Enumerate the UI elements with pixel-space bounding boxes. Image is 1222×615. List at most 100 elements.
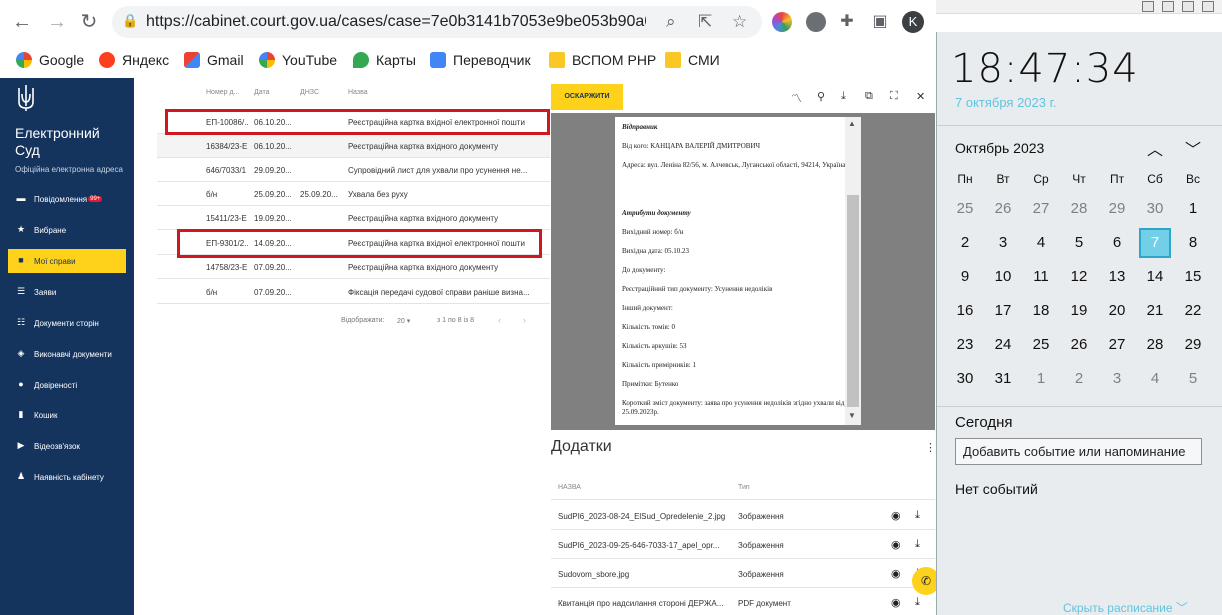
calendar-day[interactable]: 25 [946, 192, 984, 226]
calendar-day[interactable]: 26 [984, 192, 1022, 226]
bookmark-google[interactable]: Google [16, 52, 84, 68]
calendar-day[interactable]: 6 [1098, 226, 1136, 260]
calendar-day[interactable]: 2 [1060, 362, 1098, 396]
nav-cabinet-availability[interactable]: ♟ Наявність кабінету [8, 465, 126, 489]
zoom-icon[interactable]: ⌕ [666, 12, 676, 32]
bookmark-folder-smi[interactable]: СМИ [665, 52, 720, 68]
download-icon[interactable]: ⤓ [841, 90, 846, 103]
calendar-day[interactable]: 28 [1060, 192, 1098, 226]
table-row[interactable]: б/н 25.09.20... 25.09.20... Ухвала без руху [157, 182, 550, 206]
calendar-day[interactable]: 27 [1098, 328, 1136, 362]
calendar-day[interactable]: 17 [984, 294, 1022, 328]
download-icon[interactable]: ⤓ [915, 596, 920, 609]
nav-my-cases[interactable]: ■ Мої справи [8, 249, 126, 273]
month-label[interactable]: Октябрь 2023 [955, 140, 1044, 156]
tray-app-icon[interactable] [1162, 1, 1174, 12]
table-row[interactable]: 646/7033/1 29.09.20... Супровідний лист дл… [157, 158, 550, 182]
table-row[interactable]: 16384/23-Е 06.10.20... Реєстраційна картка… [157, 134, 550, 158]
calendar-day[interactable]: 4 [1136, 362, 1174, 396]
calendar-day[interactable]: 4 [1022, 226, 1060, 260]
hide-schedule-link[interactable]: Скрыть расписание ﹀ [1063, 599, 1188, 615]
attachment-row[interactable]: SudPI6_2023-09-25-646-7033-17_apel_opr..… [551, 530, 935, 559]
calendar-day[interactable]: 5 [1060, 226, 1098, 260]
add-event-input[interactable]: Добавить событие или напоминание [955, 438, 1202, 465]
nav-executive-documents[interactable]: ◈ Виконавчі документи [8, 342, 126, 366]
address-bar[interactable]: 🔒 https://cabinet.court.gov.ua/cases/cas… [112, 6, 762, 38]
scrollbar-thumb[interactable] [847, 195, 859, 407]
calendar-day[interactable]: 15 [1174, 260, 1212, 294]
prev-page-icon[interactable]: ‹ [498, 315, 501, 325]
nav-video-call[interactable]: ▶ Відеозв'язок [8, 434, 126, 458]
tray-app-icon[interactable] [1182, 1, 1194, 12]
calendar-day[interactable]: 31 [984, 362, 1022, 396]
calendar-day[interactable]: 21 [1136, 294, 1174, 328]
nav-applications[interactable]: ☰ Заяви [8, 280, 126, 304]
appeal-button[interactable]: ОСКАРЖИТИ [551, 84, 623, 110]
calendar-day[interactable]: 27 [1022, 192, 1060, 226]
calendar-day[interactable]: 2 [946, 226, 984, 260]
extension-planet-icon[interactable] [806, 12, 826, 32]
calendar-day[interactable]: 16 [946, 294, 984, 328]
chevron-up-icon[interactable]: ︿ [1147, 136, 1163, 160]
calendar-day[interactable]: 1 [1174, 192, 1212, 226]
eye-icon[interactable]: ◉ [891, 538, 901, 551]
calendar-day[interactable]: 28 [1136, 328, 1174, 362]
calendar-day[interactable]: 9 [946, 260, 984, 294]
calendar-day[interactable]: 23 [946, 328, 984, 362]
bookmark-gmail[interactable]: Gmail [184, 52, 244, 68]
eye-icon[interactable]: ◉ [891, 596, 901, 609]
forward-arrow-icon[interactable]: → [45, 10, 69, 34]
table-row[interactable]: 14758/23-Е 07.09.20... Реєстраційна картка… [157, 255, 550, 279]
column-header-title[interactable]: Назва [348, 89, 368, 96]
nav-trash[interactable]: ▮ Кошик [8, 403, 126, 427]
calendar-day[interactable]: 1 [1022, 362, 1060, 396]
attachment-row[interactable]: Квитанція про надсилання стороні ДЕРЖА..… [551, 588, 935, 615]
page-size-select[interactable]: 20 ▾ [397, 317, 410, 325]
side-panel-icon[interactable]: ▣ [868, 10, 892, 34]
document-scrollbar[interactable]: ▲ ▼ [845, 117, 861, 425]
column-header-dnzs[interactable]: ДНЗС [300, 89, 319, 96]
calendar-day[interactable]: 18 [1022, 294, 1060, 328]
url-text[interactable]: https://cabinet.court.gov.ua/cases/case=… [146, 13, 646, 31]
fullscreen-icon[interactable]: ⛶ [890, 90, 898, 103]
calendar-day[interactable]: 14 [1136, 260, 1174, 294]
calendar-day[interactable]: 29 [1174, 328, 1212, 362]
bookmark-youtube[interactable]: YouTube [259, 52, 337, 68]
calendar-day[interactable]: 22 [1174, 294, 1212, 328]
bookmark-folder-vspom[interactable]: ВСПОМ РНР [549, 52, 656, 68]
date-long-link[interactable]: 7 октября 2023 г. [955, 95, 1056, 110]
calendar-day[interactable]: 24 [984, 328, 1022, 362]
calendar-day[interactable]: 3 [984, 226, 1022, 260]
close-icon[interactable]: ✕ [916, 90, 925, 103]
nav-favorites[interactable]: ★ Вибране [8, 218, 126, 242]
calendar-day[interactable]: 29 [1098, 192, 1136, 226]
reload-icon[interactable]: ↻ [77, 10, 101, 34]
calendar-day[interactable]: 30 [946, 362, 984, 396]
eye-icon[interactable]: ◉ [891, 509, 901, 522]
chevron-down-icon[interactable]: ﹀ [1185, 136, 1201, 160]
profile-avatar[interactable]: K [902, 11, 924, 33]
calendar-day[interactable]: 10 [984, 260, 1022, 294]
tray-app-icon[interactable] [1202, 1, 1214, 12]
download-icon[interactable]: ⤓ [915, 509, 920, 522]
eye-icon[interactable]: ◉ [891, 567, 901, 580]
chart-trend-icon[interactable]: 〽 [791, 90, 802, 106]
extension-color-icon[interactable] [772, 12, 792, 32]
extensions-puzzle-icon[interactable]: ✚ [835, 10, 859, 34]
share-icon[interactable]: ⇱ [698, 12, 712, 32]
column-header-number[interactable]: Номер д... [206, 89, 239, 96]
nav-powers-of-attorney[interactable]: ● Довіреності [8, 373, 126, 397]
bookmark-yandex[interactable]: Яндекс [99, 52, 169, 68]
column-header-date[interactable]: Дата [254, 89, 270, 96]
bookmark-translate[interactable]: Переводчик [430, 52, 531, 68]
calendar-day[interactable]: 12 [1060, 260, 1098, 294]
nav-notifications[interactable]: ▬ Повідомлення 99+ [8, 187, 126, 211]
calendar-day[interactable]: 25 [1022, 328, 1060, 362]
table-row[interactable]: б/н 07.09.20... Фіксація передачі судової … [157, 280, 550, 304]
nav-party-documents[interactable]: ☷ Документи сторін [8, 311, 126, 335]
calendar-day-today[interactable]: 7 [1136, 226, 1174, 260]
calendar-day[interactable]: 26 [1060, 328, 1098, 362]
calendar-day[interactable]: 20 [1098, 294, 1136, 328]
bookmark-star-icon[interactable]: ☆ [732, 12, 747, 32]
calendar-day[interactable]: 30 [1136, 192, 1174, 226]
